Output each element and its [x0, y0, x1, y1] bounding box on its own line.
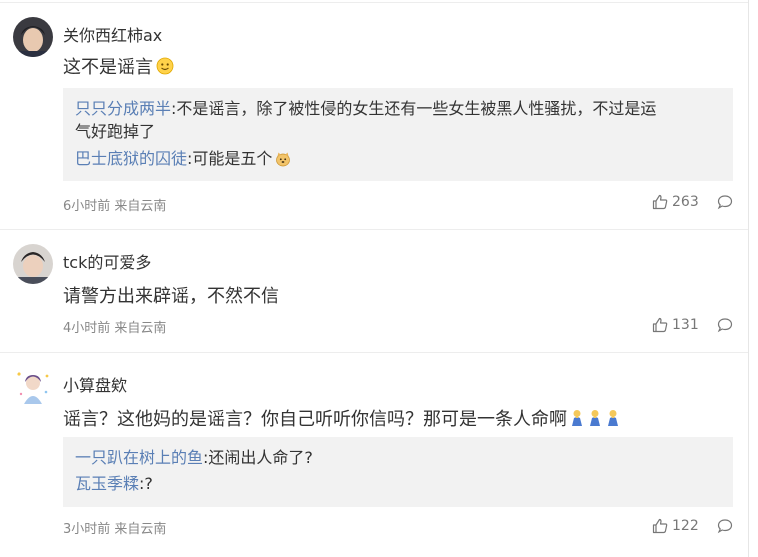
divider — [0, 2, 748, 3]
avatar[interactable] — [13, 244, 53, 284]
comment-item: tck的可爱多 请警方出来辟谣，不然不信 4小时前 来自云南 131 — [0, 229, 748, 352]
like-count: 263 — [672, 194, 699, 210]
smile-emoji-icon — [156, 57, 174, 75]
reply-username[interactable]: 巴士底狱的囚徒 — [75, 148, 187, 170]
pray-emoji-icon — [587, 409, 603, 427]
reply-text: :不是谣言，除了被性侵的女生还有一些女生被黑人性骚扰，不过是运 — [171, 99, 657, 118]
comment-meta: 6小时前 来自云南 — [63, 199, 167, 214]
reply-item: 瓦玉季糅:? — [75, 473, 153, 495]
like-count: 122 — [672, 518, 699, 534]
thumbs-up-icon — [652, 518, 668, 534]
avatar[interactable] — [13, 366, 53, 406]
pray-emoji-icon — [605, 409, 621, 427]
reply-list: 一只趴在树上的鱼:还闹出人命了? 瓦玉季糅:? — [63, 437, 733, 507]
thumbs-up-icon — [652, 317, 668, 333]
divider — [0, 229, 748, 230]
reply-text-line2: 气好跑掉了 — [75, 122, 156, 141]
comment-text-body: 这不是谣言 — [63, 57, 153, 78]
doge-emoji-icon — [275, 151, 291, 167]
comment-item: 关你西红柿ax 这不是谣言 只只分成两半:不是谣言，除了被性侵的女生还有一些女生… — [0, 0, 748, 229]
right-border — [748, 0, 749, 557]
comment-text: 这不是谣言 — [63, 53, 174, 79]
reply-item: 一只趴在树上的鱼:还闹出人命了? — [75, 447, 313, 469]
reply-username[interactable]: 瓦玉季糅 — [75, 474, 139, 493]
comment-meta: 4小时前 来自云南 — [63, 321, 167, 336]
comment-actions: 122 — [652, 518, 733, 534]
comment-item: 小算盘欸 谣言？这他妈的是谣言？你自己听听你信吗？那可是一条人命啊 一只趴在树上… — [0, 352, 748, 557]
reply-text: :? — [139, 474, 153, 493]
reply-text: :还闹出人命了? — [203, 448, 313, 467]
username[interactable]: 关你西红柿ax — [63, 22, 162, 46]
like-button[interactable]: 263 — [652, 194, 699, 210]
username[interactable]: tck的可爱多 — [63, 249, 151, 273]
comment-text: 谣言？这他妈的是谣言？你自己听听你信吗？那可是一条人命啊 — [63, 405, 621, 431]
like-button[interactable]: 122 — [652, 518, 699, 534]
comment-text-body: 请警方出来辟谣，不然不信 — [63, 286, 279, 307]
comment-bubble-icon[interactable] — [717, 518, 733, 534]
comment-text-body: 谣言？这他妈的是谣言？你自己听听你信吗？那可是一条人命啊 — [63, 409, 567, 430]
comment-bubble-icon[interactable] — [717, 317, 733, 333]
thumbs-up-icon — [652, 194, 668, 210]
reply-list: 只只分成两半:不是谣言，除了被性侵的女生还有一些女生被黑人性骚扰，不过是运 气好… — [63, 88, 733, 181]
like-count: 131 — [672, 317, 699, 333]
comment-actions: 131 — [652, 317, 733, 333]
reply-text-continuation: 气好跑掉了 — [75, 121, 155, 143]
reply-username[interactable]: 只只分成两半 — [75, 99, 171, 118]
comment-bubble-icon[interactable] — [717, 194, 733, 210]
comment-actions: 263 — [652, 194, 733, 210]
divider — [0, 352, 748, 353]
reply-item: 巴士底狱的囚徒:可能是五个 — [75, 148, 291, 170]
reply-item: 只只分成两半:不是谣言，除了被性侵的女生还有一些女生被黑人性骚扰，不过是运 — [75, 98, 656, 120]
reply-username[interactable]: 一只趴在树上的鱼 — [75, 448, 203, 467]
avatar[interactable] — [13, 17, 53, 57]
comment-meta: 3小时前 来自云南 — [63, 522, 167, 537]
comment-text: 请警方出来辟谣，不然不信 — [63, 282, 279, 308]
reply-text: :可能是五个 — [187, 149, 273, 168]
username[interactable]: 小算盘欸 — [63, 372, 127, 396]
like-button[interactable]: 131 — [652, 317, 699, 333]
pray-emoji-icon — [569, 409, 585, 427]
